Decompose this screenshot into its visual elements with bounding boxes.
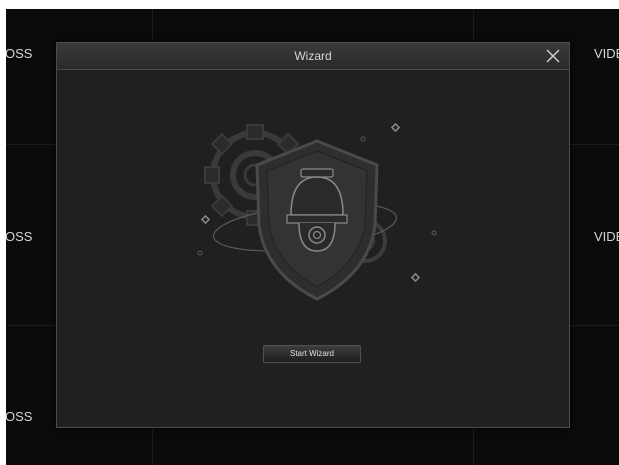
wizard-dialog: Wizard Start Wizard [56, 42, 570, 428]
security-camera-shield-icon [197, 122, 437, 301]
camera-cell-label: VIDE [594, 46, 619, 61]
dialog-title: Wizard [294, 49, 332, 63]
close-icon [546, 49, 560, 63]
preview-grid: OSS OSS OSS VIDE VIDE Wizard [6, 9, 619, 465]
start-wizard-button[interactable]: Start Wizard [263, 345, 361, 363]
close-button[interactable] [543, 46, 563, 66]
dialog-header: Wizard [57, 43, 569, 70]
camera-cell-label: OSS [6, 46, 33, 61]
camera-cell-label: OSS [6, 229, 33, 244]
camera-cell-label: OSS [6, 409, 33, 424]
camera-cell-label: VIDE [594, 229, 619, 244]
